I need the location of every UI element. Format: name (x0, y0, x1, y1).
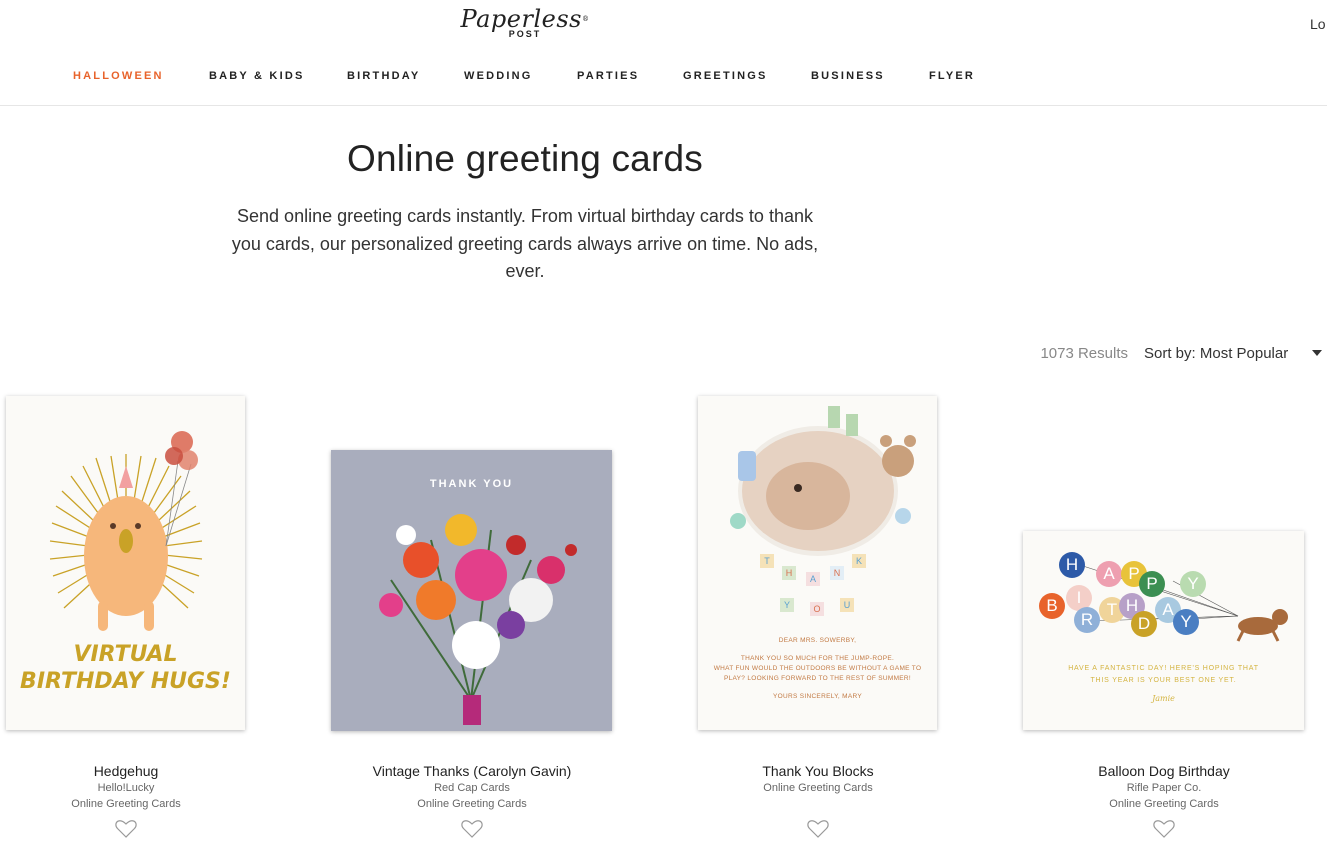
card-category: Online Greeting Cards (71, 798, 181, 810)
nav-item-greetings[interactable]: GREETINGS (683, 70, 768, 82)
balloon: P (1139, 571, 1165, 597)
balloon: B (1039, 593, 1065, 619)
card-art-signature: Jamie (1152, 694, 1175, 703)
card-balloon-dog-birthday-image[interactable]: H A P P Y B I R T H D A Y HAVE A FANTAST… (1023, 531, 1304, 730)
card-brand: Rifle Paper Co. (1126, 782, 1202, 794)
card-title[interactable]: Balloon Dog Birthday (1014, 762, 1314, 780)
balloon: D (1131, 611, 1157, 637)
heart-icon[interactable] (461, 819, 483, 839)
page-title: Online greeting cards (347, 138, 703, 179)
card-thank-you-blocks-meta[interactable]: Thank You Blocks Online Greeting Cards (668, 762, 968, 796)
flower-bouquet-illustration (331, 450, 612, 731)
card-art-text: YOURS SINCERELY, MARY (772, 693, 863, 700)
card-thank-you-blocks-image[interactable]: T H A N K Y O U DEAR MRS. SOWERBY, THANK… (698, 396, 937, 730)
card-title[interactable]: Thank You Blocks (668, 762, 968, 780)
nav-item-birthday[interactable]: BIRTHDAY (347, 70, 420, 82)
heart-icon[interactable] (1153, 819, 1175, 839)
logo-registered-mark: ® (581, 15, 590, 23)
results-count: 1073 Results (1040, 345, 1128, 362)
login-link[interactable]: Lo (1310, 16, 1326, 32)
card-art-text: DEAR MRS. SOWERBY, (778, 637, 857, 644)
card-category: Online Greeting Cards (417, 798, 527, 810)
card-art-text: PLAY? LOOKING FORWARD TO THE REST OF SUM… (723, 675, 912, 682)
card-category: Online Greeting Cards (1109, 798, 1219, 810)
sort-dropdown[interactable]: Sort by: Most Popular (1144, 345, 1288, 362)
card-vintage-thanks-image[interactable]: THANK YOU (331, 450, 612, 731)
letter-block: K (852, 554, 866, 568)
card-hedgehug-image[interactable]: VIRTUAL BIRTHDAY HUGS! (6, 396, 245, 730)
heart-icon[interactable] (807, 819, 829, 839)
caret-down-icon[interactable] (1312, 350, 1322, 356)
page-description: Send online greeting cards instantly. Fr… (231, 206, 819, 281)
balloon: H (1059, 552, 1085, 578)
letter-block: N (830, 566, 844, 580)
nav-item-parties[interactable]: PARTIES (577, 70, 639, 82)
letter-block: T (760, 554, 774, 568)
nav-item-halloween[interactable]: HALLOWEEN (73, 70, 164, 82)
card-brand: Hello!Lucky (97, 782, 155, 794)
balloon: R (1074, 607, 1100, 633)
card-title[interactable]: Vintage Thanks (Carolyn Gavin) (322, 762, 622, 780)
balloon: Y (1173, 609, 1199, 635)
nav-item-baby-kids[interactable]: BABY & KIDS (209, 70, 305, 82)
balloon: Y (1180, 571, 1206, 597)
card-art-text: WHAT FUN WOULD THE OUTDOORS BE WITHOUT A… (713, 665, 922, 672)
nav-item-business[interactable]: BUSINESS (811, 70, 885, 82)
card-title[interactable]: Hedgehug (0, 762, 276, 780)
card-art-text: THANK YOU SO MUCH FOR THE JUMP-ROPE. (740, 655, 895, 662)
card-art-text: THIS YEAR IS YOUR BEST ONE YET. (1090, 677, 1237, 684)
card-art-text: VIRTUAL (73, 642, 178, 667)
nav-item-flyer[interactable]: FLYER (929, 70, 975, 82)
letter-block: O (810, 602, 824, 616)
card-balloon-dog-birthday-meta[interactable]: Balloon Dog Birthday Rifle Paper Co. Onl… (1014, 762, 1314, 812)
letter-block: A (806, 572, 820, 586)
letter-block: U (840, 598, 854, 612)
paperless-post-logo[interactable]: Paperless® POST (460, 6, 590, 46)
balloon: A (1096, 561, 1122, 587)
card-art-text: THANK YOU (429, 478, 514, 490)
card-brand: Red Cap Cards (434, 782, 510, 794)
card-vintage-thanks-meta[interactable]: Vintage Thanks (Carolyn Gavin) Red Cap C… (322, 762, 622, 812)
site-header: Paperless® POST Lo HALLOWEEN BABY & KIDS… (0, 0, 1327, 106)
card-category: Online Greeting Cards (763, 782, 873, 794)
card-art-text: BIRTHDAY HUGS! (20, 669, 231, 694)
letter-block: H (782, 566, 796, 580)
card-art-text: HAVE A FANTASTIC DAY! HERE'S HOPING THAT (1068, 665, 1259, 672)
nav-item-wedding[interactable]: WEDDING (464, 70, 533, 82)
heart-icon[interactable] (115, 819, 137, 839)
card-hedgehug-meta[interactable]: Hedgehug Hello!Lucky Online Greeting Car… (0, 762, 276, 812)
letter-block: Y (780, 598, 794, 612)
